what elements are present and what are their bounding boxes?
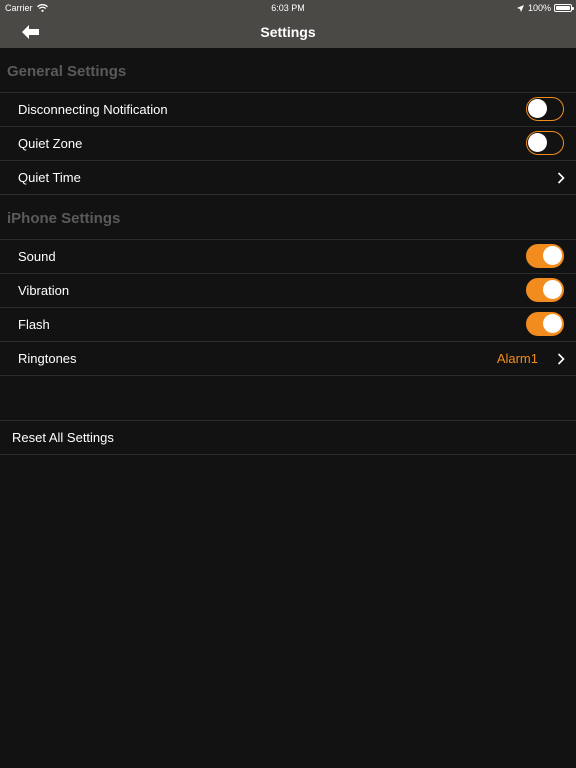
battery-fill [556,6,570,10]
location-arrow-icon [516,4,524,12]
row-flash: Flash [0,308,576,342]
section-header-iphone: iPhone Settings [0,195,576,240]
quiet-zone-toggle[interactable] [526,131,564,155]
toggle-knob [543,314,562,333]
status-time: 6:03 PM [271,3,305,13]
toggle-knob [543,246,562,265]
row-label: Ringtones [18,351,77,366]
chevron-right-icon [557,172,565,184]
row-quiet-time[interactable]: Quiet Time [0,161,576,195]
battery-tip [572,7,574,10]
row-label: Disconnecting Notification [18,102,168,117]
reset-label: Reset All Settings [12,430,114,445]
row-label: Vibration [18,283,70,298]
reset-all-settings-button[interactable]: Reset All Settings [0,421,576,455]
navigation-bar: Settings [0,16,576,48]
chevron-right-icon [557,353,565,365]
settings-list: General Settings Disconnecting Notificat… [0,48,576,455]
flash-toggle[interactable] [526,312,564,336]
row-label: Sound [18,249,56,264]
row-vibration: Vibration [0,274,576,308]
row-disconnecting-notification: Disconnecting Notification [0,93,576,127]
section-spacer [0,376,576,421]
sound-toggle[interactable] [526,244,564,268]
toggle-knob [528,133,547,152]
row-sound: Sound [0,240,576,274]
status-right: 100% [516,0,574,16]
page-title: Settings [260,24,316,40]
toggle-knob [543,280,562,299]
section-header-general: General Settings [0,48,576,93]
row-label: Quiet Zone [18,136,83,151]
row-quiet-zone: Quiet Zone [0,127,576,161]
row-ringtones[interactable]: Ringtones Alarm1 [0,342,576,376]
row-label: Flash [18,317,50,332]
status-bar: Carrier 6:03 PM 100% [0,0,576,16]
vibration-toggle[interactable] [526,278,564,302]
row-label: Quiet Time [18,170,81,185]
disconnecting-notification-toggle[interactable] [526,97,564,121]
battery-percent: 100% [527,3,551,13]
toggle-knob [528,99,547,118]
battery-icon [554,4,574,12]
ringtone-value: Alarm1 [496,351,538,366]
